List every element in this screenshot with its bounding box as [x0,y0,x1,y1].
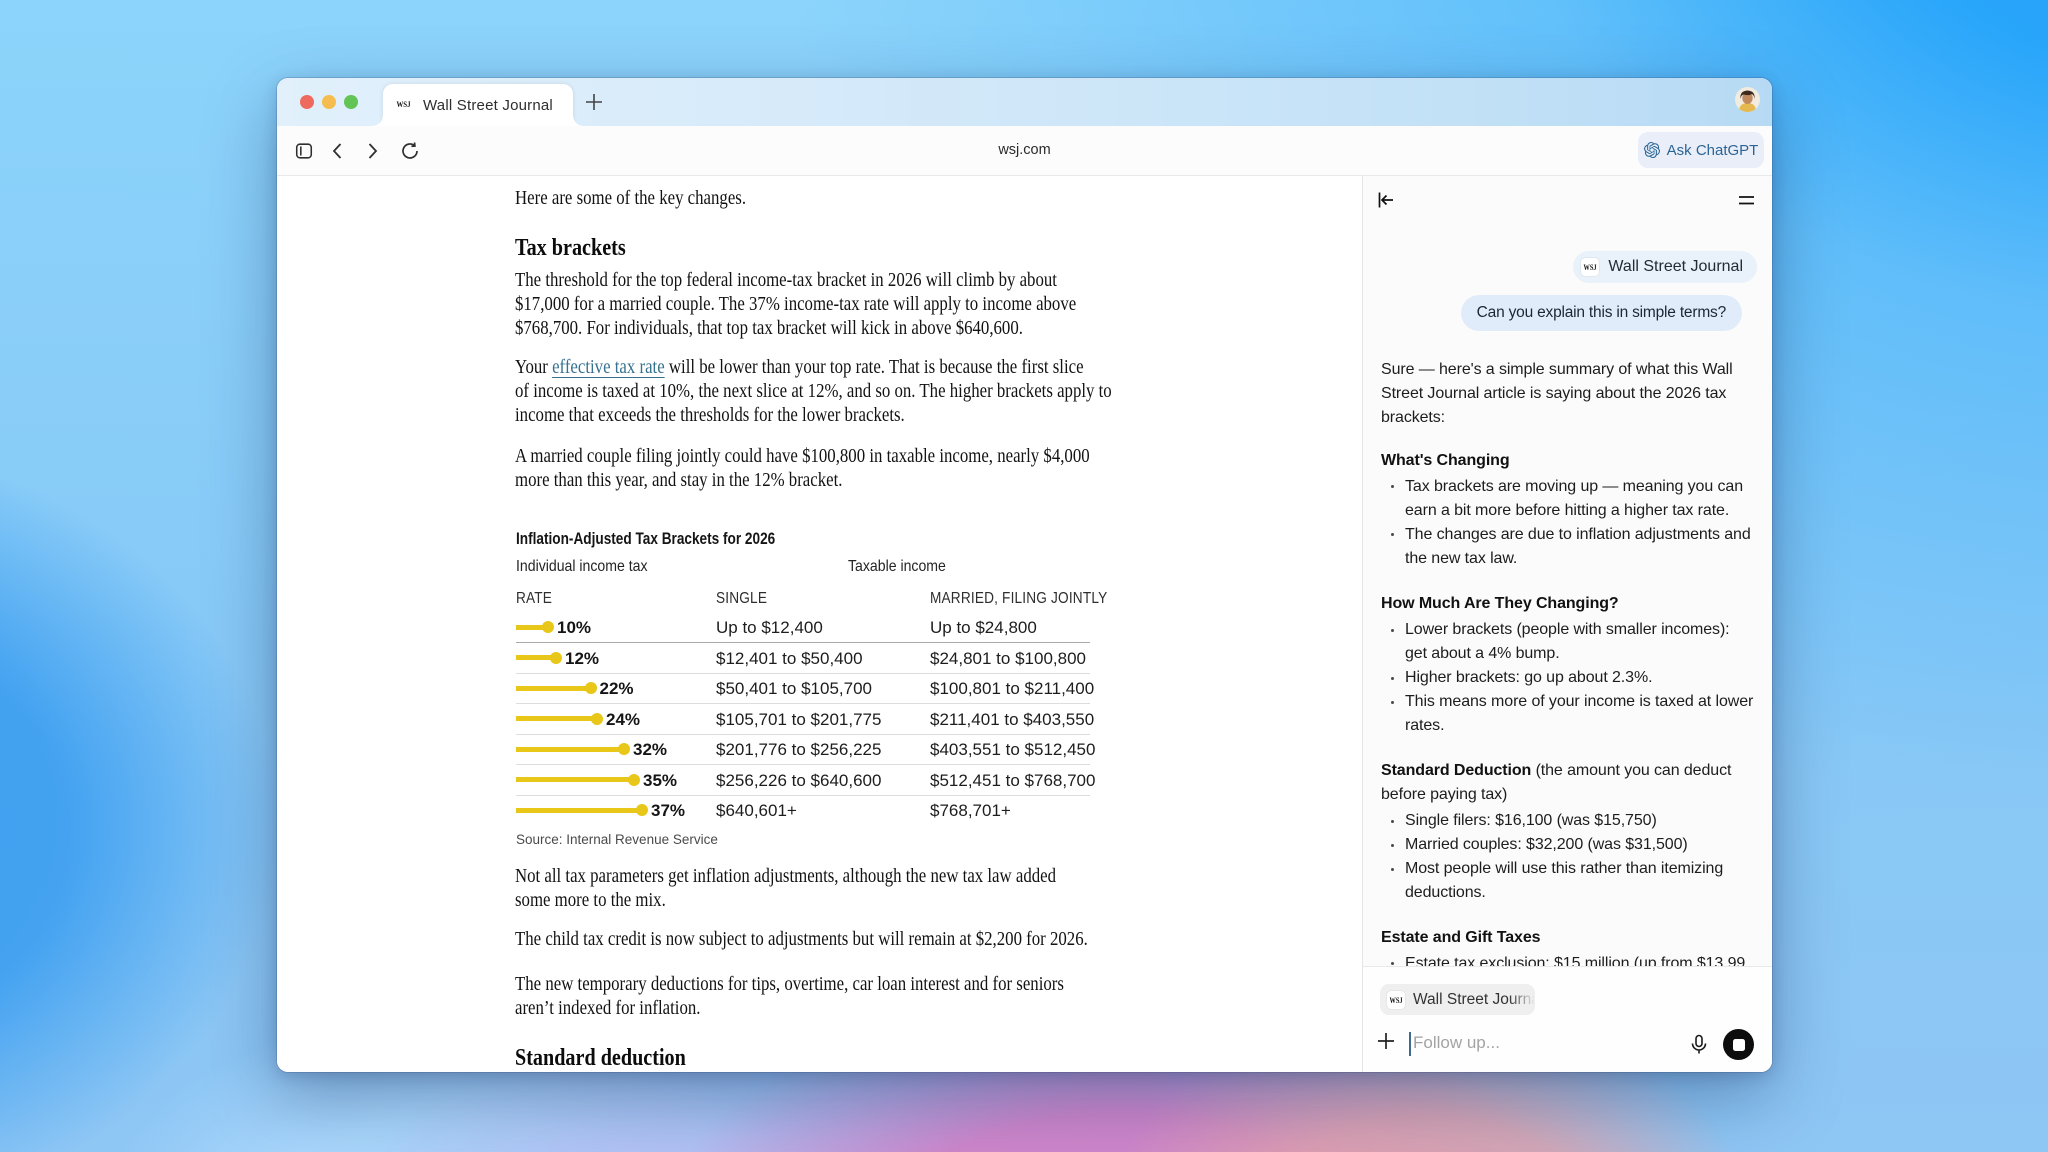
svg-text:WSJ: WSJ [1390,996,1403,1005]
svg-text:WSJ: WSJ [397,100,411,109]
